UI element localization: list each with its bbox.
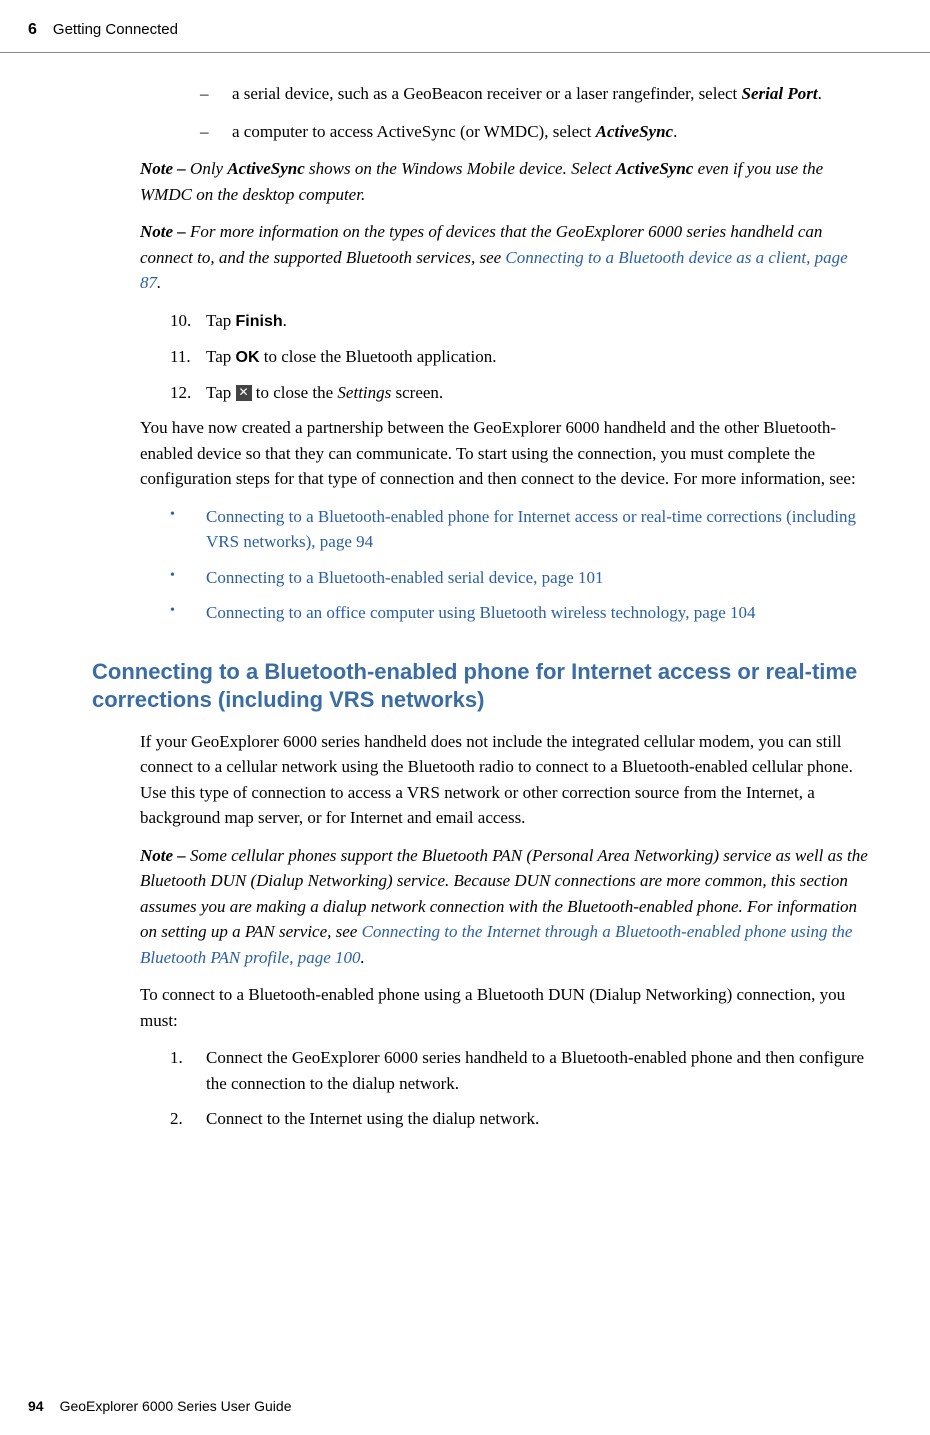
step-number: 12.	[170, 380, 206, 406]
footer-title: GeoExplorer 6000 Series User Guide	[60, 1396, 292, 1417]
chapter-number: 6	[28, 18, 37, 42]
step-text: Connect to the Internet using the dialup…	[206, 1106, 870, 1132]
step-text: Tap OK to close the Bluetooth applicatio…	[206, 344, 870, 370]
numbered-step: 11. Tap OK to close the Bluetooth applic…	[140, 344, 870, 370]
step-number: 2.	[170, 1106, 206, 1132]
body-paragraph: If your GeoExplorer 6000 series handheld…	[140, 729, 870, 831]
bullet-marker: •	[170, 565, 206, 591]
cross-reference-link[interactable]: Connecting to a Bluetooth-enabled phone …	[206, 504, 870, 555]
note-paragraph: Note – For more information on the types…	[140, 219, 870, 296]
step-text: Tap Finish.	[206, 308, 870, 334]
page-header: 6 Getting Connected	[0, 0, 930, 53]
step-number: 1.	[170, 1045, 206, 1096]
note-paragraph: Note – Some cellular phones support the …	[140, 843, 870, 971]
dash-marker: –	[200, 81, 232, 107]
body-paragraph: You have now created a partnership betwe…	[140, 415, 870, 492]
chapter-title: Getting Connected	[53, 19, 178, 42]
cross-reference-link[interactable]: Connecting to a Bluetooth-enabled serial…	[206, 565, 870, 591]
note-paragraph: Note – Only ActiveSync shows on the Wind…	[140, 156, 870, 207]
sub-item-text: a serial device, such as a GeoBeacon rec…	[232, 81, 870, 107]
page-footer: 94 GeoExplorer 6000 Series User Guide	[28, 1396, 291, 1417]
close-icon: ✕	[236, 385, 252, 401]
sub-list-item: – a serial device, such as a GeoBeacon r…	[140, 81, 870, 107]
sub-list-item: – a computer to access ActiveSync (or WM…	[140, 119, 870, 145]
step-text: Tap ✕ to close the Settings screen.	[206, 380, 870, 406]
section-heading: Connecting to a Bluetooth-enabled phone …	[92, 658, 870, 715]
bullet-list-item: • Connecting to a Bluetooth-enabled seri…	[140, 565, 870, 591]
bullet-marker: •	[170, 600, 206, 626]
bullet-list-item: • Connecting to a Bluetooth-enabled phon…	[140, 504, 870, 555]
numbered-step: 12. Tap ✕ to close the Settings screen.	[140, 380, 870, 406]
step-text: Connect the GeoExplorer 6000 series hand…	[206, 1045, 870, 1096]
numbered-step: 10. Tap Finish.	[140, 308, 870, 334]
numbered-step: 1. Connect the GeoExplorer 6000 series h…	[140, 1045, 870, 1096]
numbered-step: 2. Connect to the Internet using the dia…	[140, 1106, 870, 1132]
dash-marker: –	[200, 119, 232, 145]
step-number: 10.	[170, 308, 206, 334]
sub-item-text: a computer to access ActiveSync (or WMDC…	[232, 119, 870, 145]
body-paragraph: To connect to a Bluetooth-enabled phone …	[140, 982, 870, 1033]
bullet-marker: •	[170, 504, 206, 555]
page-content: – a serial device, such as a GeoBeacon r…	[0, 53, 930, 1132]
page-number: 94	[28, 1396, 44, 1417]
cross-reference-link[interactable]: Connecting to an office computer using B…	[206, 600, 870, 626]
bullet-list-item: • Connecting to an office computer using…	[140, 600, 870, 626]
step-number: 11.	[170, 344, 206, 370]
